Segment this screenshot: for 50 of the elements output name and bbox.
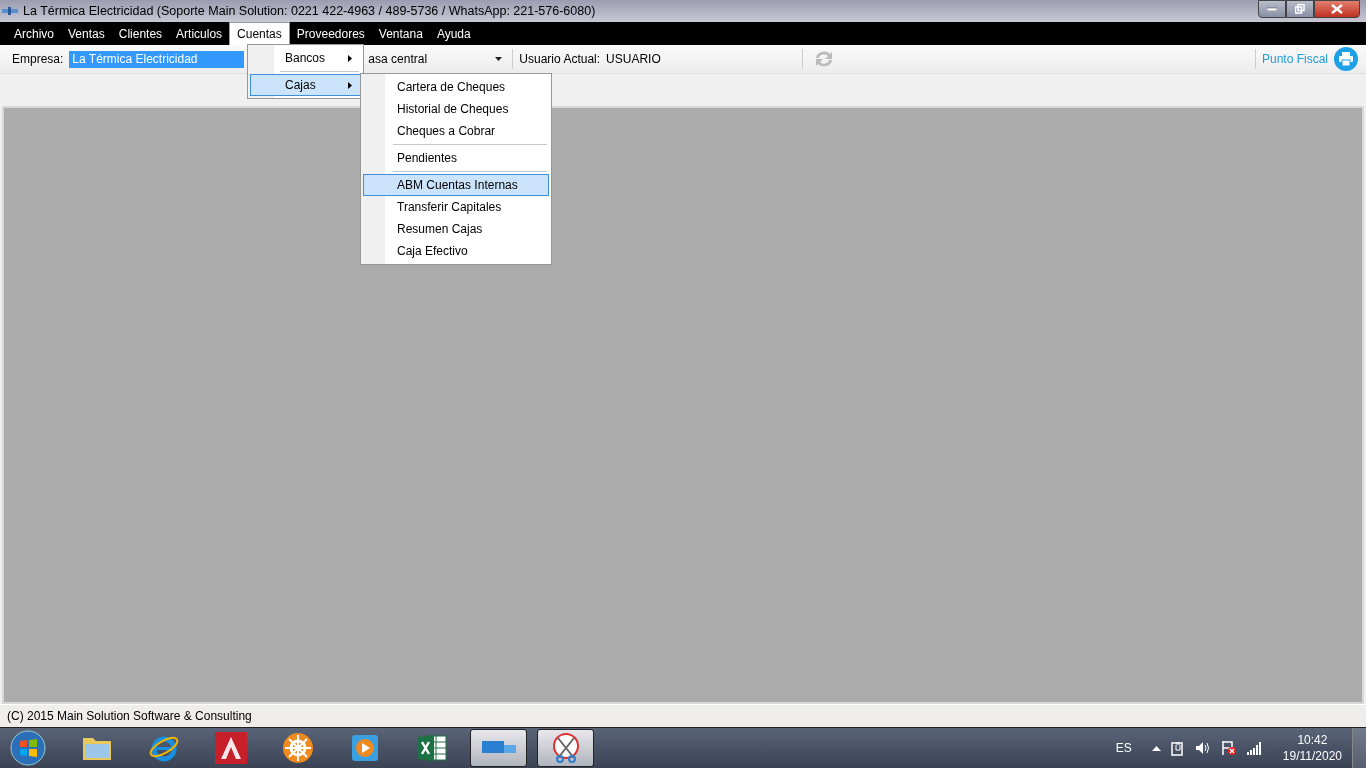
submenu-item[interactable]: Bancos: [250, 47, 361, 69]
minimize-icon: [1267, 7, 1277, 11]
clock-date[interactable]: 19/11/2020: [1282, 748, 1342, 764]
submenu-item[interactable]: Transferir Capitales: [363, 196, 549, 218]
dropdown-arrow-icon: [495, 57, 503, 61]
menu-item[interactable]: Archivo: [7, 22, 61, 45]
submenu-item[interactable]: ABM Cuentas Internas: [363, 174, 549, 196]
show-hidden-icons-arrow-icon[interactable]: [1151, 745, 1161, 751]
close-button[interactable]: [1314, 0, 1360, 18]
submenu-item[interactable]: Caja Efectivo: [363, 240, 549, 262]
spreadsheet-icon: [415, 732, 448, 764]
minimize-button[interactable]: [1258, 0, 1286, 18]
menu-item[interactable]: Cuentas: [229, 22, 290, 45]
printer-icon[interactable]: [1334, 47, 1358, 71]
plug-icon: [2, 7, 18, 15]
user-value: USUARIO: [606, 52, 662, 66]
menu-item[interactable]: Articulos: [169, 22, 230, 45]
submenu-item[interactable]: Cartera de Cheques: [363, 76, 549, 98]
window-title: La Térmica Electricidad (Soporte Main Solution: 0221 422-4963 / 489-5736 / WhatsApp: 221-576-6080): [23, 4, 596, 18]
taskbar-button[interactable]: [537, 729, 594, 767]
menu-item[interactable]: Ventas: [61, 22, 112, 45]
clock-time[interactable]: 10:42: [1297, 732, 1328, 748]
flag-error-icon[interactable]: [1220, 740, 1237, 756]
user-label: Usuario Actual:: [519, 52, 601, 66]
start-button[interactable]: [8, 728, 48, 768]
submenu-item[interactable]: Pendientes: [363, 147, 549, 169]
triangle-logo-icon: [214, 732, 247, 764]
speaker-icon[interactable]: [1194, 741, 1211, 755]
menu-item[interactable]: Ventana: [371, 22, 430, 45]
submenu-item[interactable]: Resumen Cajas: [363, 218, 549, 240]
restore-button[interactable]: [1286, 0, 1314, 18]
menu-item[interactable]: Ayuda: [429, 22, 478, 45]
power-plug-icon[interactable]: [1170, 740, 1185, 756]
taskbar-button[interactable]: [470, 729, 527, 767]
close-icon: [1331, 4, 1343, 14]
app-logo-icon: [481, 741, 516, 755]
submenu-item[interactable]: Cajas: [250, 74, 361, 96]
wheel-icon: [281, 732, 314, 764]
status-text: (C) 2015 Main Solution Software & Consulting: [0, 704, 1366, 727]
menu-item[interactable]: Proveedores: [289, 22, 372, 45]
submenu-item[interactable]: Cheques a Cobrar: [363, 120, 549, 142]
company-label: Empresa:: [12, 52, 64, 66]
menu-item[interactable]: Clientes: [111, 22, 170, 45]
restore-icon: [1295, 4, 1305, 14]
signal-bars-icon[interactable]: [1246, 741, 1263, 755]
submenu-item[interactable]: Historial de Cheques: [363, 98, 549, 120]
branch-dropdown[interactable]: asa central: [368, 52, 507, 66]
submenu-arrow-icon: [348, 81, 352, 89]
language-indicator[interactable]: ES: [1115, 741, 1132, 755]
submenu-arrow-icon: [348, 54, 352, 62]
